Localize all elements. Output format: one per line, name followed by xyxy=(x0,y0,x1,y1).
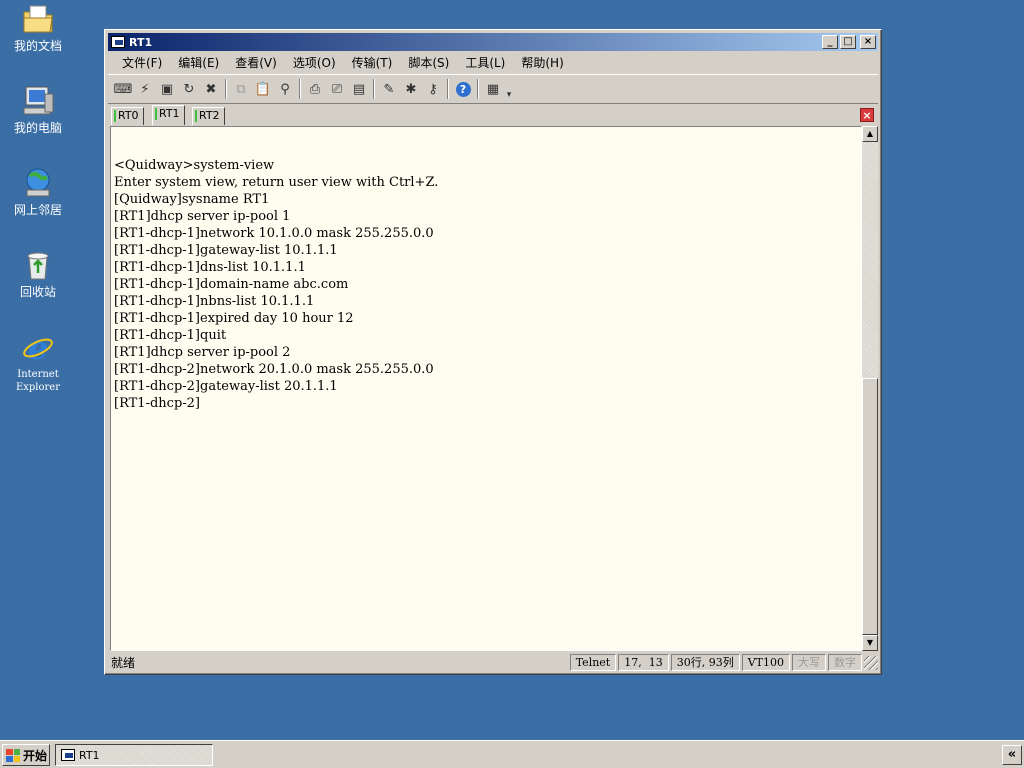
terminal-window: RT1 _ □ × 文件(F) 编辑(E) 查看(V) 选项(O) 传输(T) … xyxy=(104,29,882,675)
session-options-icon[interactable]: ✎ xyxy=(378,78,400,100)
status-caps: 大写 xyxy=(792,654,826,671)
menu-file[interactable]: 文件(F) xyxy=(114,54,170,71)
print-icon[interactable]: ⎙ xyxy=(304,78,326,100)
computer-icon xyxy=(23,86,54,115)
toolbar-overflow-icon[interactable]: ▾ xyxy=(504,78,514,100)
terminal-line: [RT1-dhcp-1]nbns-list 10.1.1.1 xyxy=(114,294,315,309)
terminal-line: [RT1]dhcp server ip-pool 1 xyxy=(114,209,291,224)
close-tab-icon[interactable]: × xyxy=(860,108,874,122)
desktop-icon-label: 网上邻居 xyxy=(13,203,62,217)
svg-text:e: e xyxy=(28,330,48,364)
tab-rt0[interactable]: RT0 xyxy=(111,107,144,125)
terminal-line: [RT1]dhcp server ip-pool 2 xyxy=(114,345,291,360)
desktop-icon-label: Internet Explorer xyxy=(0,368,76,394)
copy-icon[interactable]: ⧉ xyxy=(230,78,252,100)
app-icon xyxy=(61,749,75,761)
terminal-line: Enter system view, return user view with… xyxy=(114,175,439,190)
vertical-scrollbar[interactable]: ▲ ▼ xyxy=(862,126,878,651)
tray-expand-button[interactable]: « xyxy=(1002,745,1022,765)
scroll-down-icon[interactable]: ▼ xyxy=(862,635,878,651)
desktop-icon-label: 我的电脑 xyxy=(13,121,62,135)
reconnect-icon[interactable]: ↻ xyxy=(178,78,200,100)
start-label: 开始 xyxy=(23,748,48,763)
terminal-output[interactable]: <Quidway>system-view Enter system view, r… xyxy=(110,126,862,651)
paste-icon[interactable]: 📋 xyxy=(252,78,274,100)
desktop-icon-label: 回收站 xyxy=(19,285,56,299)
menu-transfer[interactable]: 传输(T) xyxy=(344,54,401,71)
menu-tools[interactable]: 工具(L) xyxy=(457,54,513,71)
start-button[interactable]: 开始 xyxy=(2,744,50,766)
scroll-thumb[interactable] xyxy=(862,378,878,635)
ie-label-line-1: Internet xyxy=(17,369,59,380)
recycle-bin-icon xyxy=(27,252,49,280)
global-options-icon[interactable]: ✱ xyxy=(400,78,422,100)
terminal-line: [RT1-dhcp-1]dns-list 10.1.1.1 xyxy=(114,260,306,275)
connect-icon[interactable]: ⌨ xyxy=(112,78,134,100)
terminal-line: [RT1-dhcp-1]domain-name abc.com xyxy=(114,277,349,292)
connect-tab-icon[interactable]: ▣ xyxy=(156,78,178,100)
status-bar: 就绪 Telnet 17, 13 30行, 93列 VT100 大写 数字 xyxy=(108,653,878,672)
print-selection-icon[interactable]: ⎚ xyxy=(326,78,348,100)
keymap-icon[interactable]: ⚷ xyxy=(422,78,444,100)
status-num: 数字 xyxy=(828,654,862,671)
terminal-line: [RT1-dhcp-1]network 10.1.0.0 mask 255.25… xyxy=(114,226,434,241)
help-icon[interactable]: ? xyxy=(452,78,474,100)
print-setup-icon[interactable]: ▤ xyxy=(348,78,370,100)
internet-explorer-icon: e xyxy=(23,330,53,364)
terminal-line: [RT1-dhcp-1]expired day 10 hour 12 xyxy=(114,311,354,326)
taskbar: 开始 RT1 « xyxy=(0,740,1024,768)
terminal-line: [RT1-dhcp-1]quit xyxy=(114,328,227,343)
status-emulation: VT100 xyxy=(741,654,790,671)
window-title: RT1 xyxy=(129,35,153,49)
windows-logo-icon xyxy=(6,748,20,762)
minimize-button[interactable]: _ xyxy=(822,35,838,49)
terminal-line: [RT1-dhcp-1]gateway-list 10.1.1.1 xyxy=(114,243,338,258)
ie-label-line-2: Explorer xyxy=(15,382,61,393)
window-titlebar[interactable]: RT1 _ □ × xyxy=(108,33,878,51)
desktop-icon-label: 我的文档 xyxy=(13,39,62,53)
menu-script[interactable]: 脚本(S) xyxy=(400,54,457,71)
scroll-up-icon[interactable]: ▲ xyxy=(862,126,878,142)
desktop-icon-internet-explorer[interactable]: e Internet Explorer xyxy=(0,330,76,394)
quick-connect-icon[interactable]: ⚡ xyxy=(134,78,156,100)
menu-bar: 文件(F) 编辑(E) 查看(V) 选项(O) 传输(T) 脚本(S) 工具(L… xyxy=(108,52,878,72)
tab-rt2[interactable]: RT2 xyxy=(192,107,225,125)
menu-options[interactable]: 选项(O) xyxy=(285,54,344,71)
desktop-icon-my-documents[interactable]: 我的文档 xyxy=(0,2,76,53)
terminal-line: [RT1-dhcp-2]gateway-list 20.1.1.1 xyxy=(114,379,338,394)
folder-documents-icon xyxy=(23,5,53,33)
menu-help[interactable]: 帮助(H) xyxy=(513,54,571,71)
toolbar: ⌨ ⚡ ▣ ↻ ✖ ⧉ 📋 ⚲ ⎙ ⎚ ▤ ✎ ✱ ⚷ ? ▦ ▾ xyxy=(108,74,878,104)
terminal-line: [RT1-dhcp-2] xyxy=(114,396,200,411)
taskbar-item-label: RT1 xyxy=(79,748,100,762)
desktop-icon-recycle-bin[interactable]: 回收站 xyxy=(0,248,76,299)
status-protocol: Telnet xyxy=(569,654,617,671)
taskbar-item-rt1[interactable]: RT1 xyxy=(55,744,213,766)
terminal-line: [RT1-dhcp-2]network 20.1.0.0 mask 255.25… xyxy=(114,362,434,377)
tab-rt1[interactable]: RT1 xyxy=(152,105,185,125)
menu-edit[interactable]: 编辑(E) xyxy=(170,54,227,71)
sftp-icon[interactable]: ▦ xyxy=(482,78,504,100)
terminal-line: <Quidway>system-view xyxy=(114,158,275,173)
resize-grip-icon[interactable] xyxy=(864,655,878,670)
status-cursor: 17, 13 xyxy=(618,654,669,671)
desktop-icon-my-computer[interactable]: 我的电脑 xyxy=(0,84,76,135)
session-tabs: RT0 RT1 RT2 × xyxy=(108,105,878,125)
disconnect-icon[interactable]: ✖ xyxy=(200,78,222,100)
status-size: 30行, 93列 xyxy=(670,654,740,671)
desktop-icon-network[interactable]: 网上邻居 xyxy=(0,166,76,217)
status-text: 就绪 xyxy=(111,656,136,670)
find-icon[interactable]: ⚲ xyxy=(274,78,296,100)
close-button[interactable]: × xyxy=(860,35,876,49)
menu-view[interactable]: 查看(V) xyxy=(227,54,285,71)
network-icon xyxy=(26,168,50,197)
terminal-line: [Quidway]sysname RT1 xyxy=(114,192,270,207)
maximize-button[interactable]: □ xyxy=(840,35,856,49)
app-icon xyxy=(111,36,125,48)
